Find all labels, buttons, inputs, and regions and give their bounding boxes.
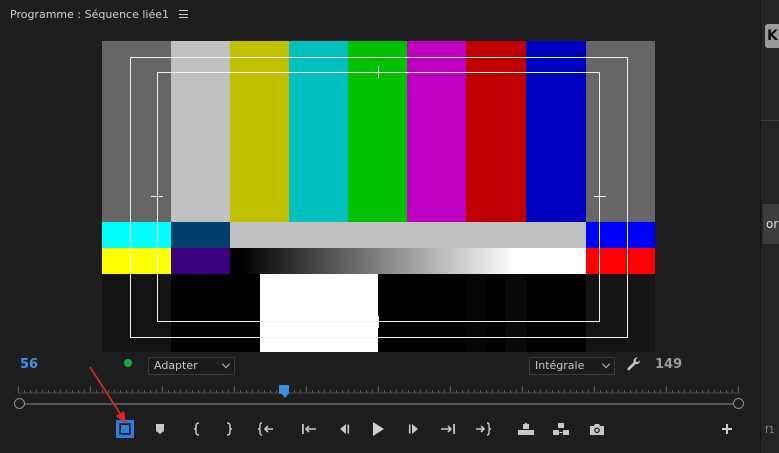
- panel-title[interactable]: Programme : Séquence liée1: [10, 8, 169, 21]
- zoom-scrollbar[interactable]: [14, 398, 744, 410]
- add-marker-button[interactable]: [150, 419, 170, 439]
- safe-center-tick-top: [378, 66, 379, 78]
- program-monitor-panel: Programme : Séquence liée1 56 Adapter In…: [0, 0, 760, 453]
- extract-icon: [553, 423, 569, 435]
- adjacent-panel-text: f1: [765, 425, 775, 436]
- duration-timecode: 149: [655, 357, 683, 372]
- go-to-out-button[interactable]: [473, 419, 493, 439]
- go-to-in-icon: [258, 422, 273, 436]
- zoom-fit-select[interactable]: Adapter: [148, 357, 235, 375]
- step-forward-frame-icon: [408, 424, 418, 434]
- scrollbar-track[interactable]: [22, 403, 736, 405]
- title-safe-frame: [157, 72, 600, 322]
- time-ruler[interactable]: [18, 382, 740, 396]
- safe-margins-icon: [117, 421, 133, 437]
- marker-icon: [156, 424, 164, 434]
- extract-button[interactable]: [551, 419, 571, 439]
- adjacent-panel-tab-2[interactable]: or: [763, 204, 779, 244]
- step-back-frame-icon: [340, 424, 350, 434]
- mark-out-button[interactable]: [219, 419, 239, 439]
- safe-center-tick-right: [594, 196, 606, 197]
- scrollbar-end-handle[interactable]: [733, 398, 744, 409]
- lift-icon: [518, 422, 534, 435]
- playback-quality-value: Intégrale: [535, 359, 585, 372]
- button-editor-button[interactable]: [717, 419, 737, 439]
- status-dot-icon: [124, 359, 132, 367]
- edge-divider: [760, 120, 779, 121]
- chevron-down-icon: [601, 359, 611, 369]
- safe-margins-button[interactable]: [115, 419, 135, 439]
- step-forward-edit-icon: [441, 424, 455, 434]
- step-back-edit-button[interactable]: [299, 419, 319, 439]
- play-icon: [373, 422, 384, 436]
- safe-center-tick-left: [151, 196, 163, 197]
- chevron-down-icon: [221, 359, 231, 369]
- safe-center-tick-bottom: [378, 316, 379, 328]
- panel-header: Programme : Séquence liée1: [10, 6, 188, 22]
- adjacent-panel-tab[interactable]: K: [765, 24, 779, 48]
- wrench-icon[interactable]: [626, 356, 642, 372]
- go-to-out-icon: [476, 422, 491, 436]
- step-back-edit-icon: [302, 424, 316, 434]
- playhead-timecode[interactable]: 56: [20, 357, 38, 372]
- playback-quality-select[interactable]: Intégrale: [529, 357, 615, 375]
- step-back-frame-button[interactable]: [334, 419, 354, 439]
- transport-controls: [0, 417, 760, 441]
- lift-button[interactable]: [516, 419, 536, 439]
- playhead-handle[interactable]: [279, 385, 289, 394]
- ruler-ticks: [18, 386, 740, 394]
- step-forward-frame-button[interactable]: [404, 419, 424, 439]
- go-to-in-button[interactable]: [256, 419, 276, 439]
- panel-menu-icon[interactable]: [179, 10, 188, 18]
- zoom-fit-value: Adapter: [154, 359, 198, 372]
- mark-in-button[interactable]: [187, 419, 207, 439]
- step-forward-edit-button[interactable]: [438, 419, 458, 439]
- export-frame-button[interactable]: [587, 419, 607, 439]
- mark-out-icon: [226, 422, 233, 436]
- export-frame-icon: [590, 424, 604, 435]
- add-button-icon: [722, 424, 732, 434]
- scrollbar-start-handle[interactable]: [14, 398, 25, 409]
- mark-in-icon: [193, 422, 200, 436]
- play-button[interactable]: [368, 419, 388, 439]
